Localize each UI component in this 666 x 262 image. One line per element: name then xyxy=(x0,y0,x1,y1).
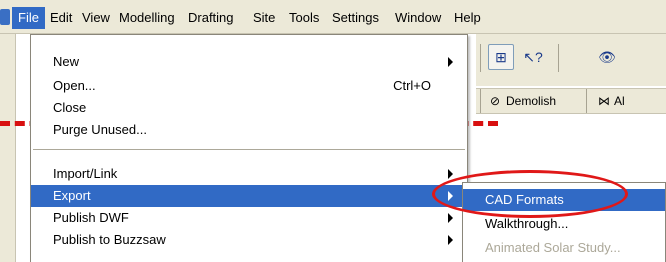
align-button[interactable]: Al xyxy=(614,94,625,108)
submenu-arrow-icon xyxy=(448,235,453,245)
file-menu-item-label: Publish to Buzzsaw xyxy=(53,232,166,247)
help-cursor-icon[interactable]: ↖? xyxy=(520,44,546,70)
submenu-arrow-icon xyxy=(448,57,453,67)
file-menu-item-publish-dwf[interactable]: Publish DWF xyxy=(31,207,467,229)
file-menu-item-label: Import/Link xyxy=(53,166,118,181)
align-icon: ⋈ xyxy=(598,94,610,108)
menu-drafting[interactable]: Drafting xyxy=(188,9,234,27)
file-menu-item-label: New xyxy=(53,54,80,69)
menu-tools[interactable]: Tools xyxy=(289,9,319,27)
toolbar-separator xyxy=(558,44,559,72)
file-menu-item-label: Open... xyxy=(53,78,96,93)
demolish-button[interactable]: Demolish xyxy=(506,94,556,108)
file-menu-item-label: Close xyxy=(53,100,87,115)
export-submenu-item-label: Animated Solar Study... xyxy=(485,240,621,255)
menu-window[interactable]: Window xyxy=(395,9,441,27)
file-menu-item-label: Export xyxy=(53,188,91,203)
toolbar-separator xyxy=(480,89,481,113)
menu-site[interactable]: Site xyxy=(253,9,275,27)
toolbar-separator xyxy=(480,44,481,72)
menu-settings[interactable]: Settings xyxy=(332,9,379,27)
menu-modelling[interactable]: Modelling xyxy=(119,9,175,27)
toolbar-separator xyxy=(586,89,587,113)
tree-view-icon[interactable]: ⊞ xyxy=(488,44,514,70)
red-circle-annotation xyxy=(432,170,628,218)
shortcut-label: Ctrl+O xyxy=(393,78,431,93)
app-icon[interactable] xyxy=(0,9,10,25)
export-submenu-item-label: Walkthrough... xyxy=(485,216,569,231)
file-menu-item-export[interactable]: Export xyxy=(31,185,467,207)
file-menu-item-import-link[interactable]: Import/Link xyxy=(31,163,467,185)
file-menu-item-label: Purge Unused... xyxy=(53,122,147,137)
file-menu-item-close[interactable]: Close xyxy=(31,97,467,119)
left-toolbar xyxy=(0,34,16,262)
submenu-arrow-icon xyxy=(448,213,453,223)
menu-separator xyxy=(33,149,465,151)
eye-icon[interactable]: 👁 xyxy=(594,44,620,70)
demolish-icon: ⊘ xyxy=(490,94,501,108)
menu-bar: File Edit View Modelling Drafting Site T… xyxy=(0,0,666,34)
export-submenu-item-animated-solar-study: Animated Solar Study... xyxy=(463,237,665,259)
secondary-toolbar: ⊘ Demolish ⋈ Al xyxy=(476,88,666,114)
file-menu-item-publish-to-buzzsaw[interactable]: Publish to Buzzsaw xyxy=(31,229,467,251)
submenu-arrow-icon xyxy=(448,169,453,179)
menu-edit[interactable]: Edit xyxy=(50,9,72,27)
menu-help[interactable]: Help xyxy=(454,9,481,27)
file-menu-item-new[interactable]: New xyxy=(31,51,467,73)
file-menu: New Open... Ctrl+O Close Purge Unused...… xyxy=(30,34,468,262)
menu-view[interactable]: View xyxy=(82,9,110,27)
menu-file[interactable]: File xyxy=(12,7,45,29)
main-toolbar: ⊞ ↖? 👁 xyxy=(476,34,666,86)
file-menu-item-purge-unused[interactable]: Purge Unused... xyxy=(31,119,467,141)
file-menu-item-label: Publish DWF xyxy=(53,210,129,225)
file-menu-item-open[interactable]: Open... Ctrl+O xyxy=(31,75,467,97)
